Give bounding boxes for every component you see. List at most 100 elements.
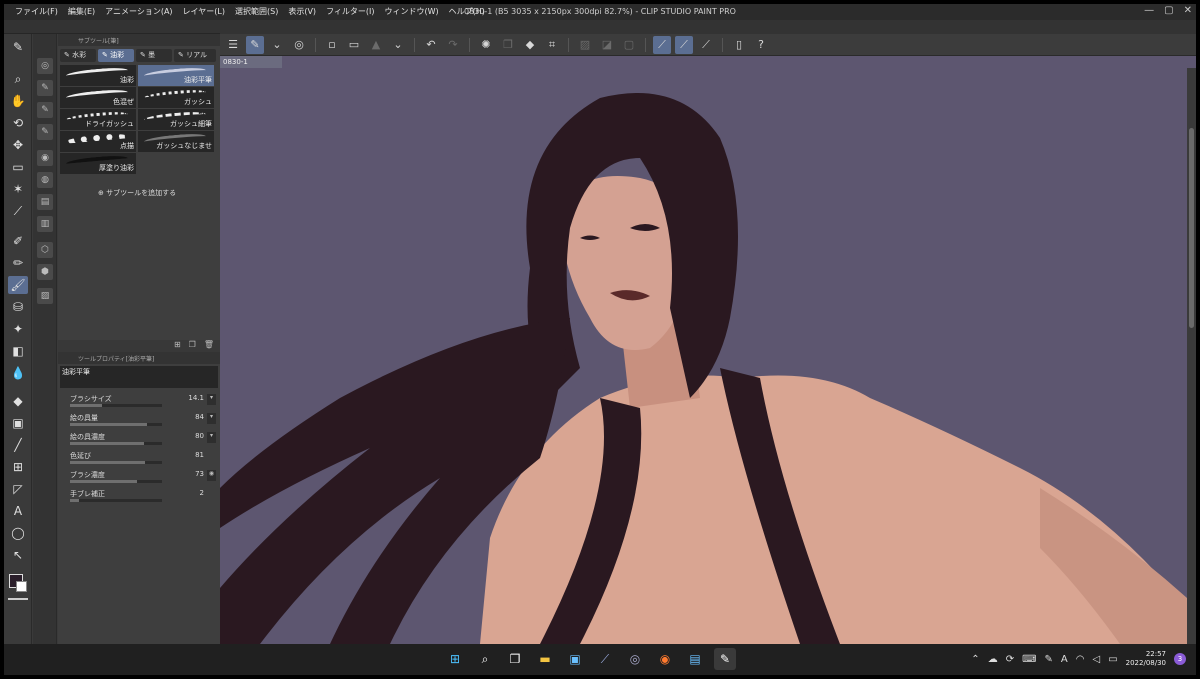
ruler-snap-icon[interactable]: ⟋ [653,35,671,54]
save-icon[interactable]: ▲ [367,36,385,54]
property-slider[interactable] [70,404,162,407]
menu-window[interactable]: ウィンドウ(W) [380,6,444,18]
sync-icon[interactable]: ⟳ [1006,654,1014,665]
dropdown-icon[interactable]: ▾ [207,394,216,405]
tab-ink[interactable]: ✎ 墨 [136,49,172,62]
close-button[interactable]: ✕ [1184,5,1192,16]
menu-help[interactable]: ヘルプ(H) [444,6,490,18]
volume-icon[interactable]: ◁ [1092,654,1100,665]
clear-selection-icon[interactable]: ▨ [576,36,594,54]
subtool-icon[interactable]: ✎ [37,102,53,118]
layer-icon[interactable]: ⬢ [37,264,53,280]
windows-start-icon[interactable]: ⊞ [444,648,466,670]
pen-settings-icon[interactable]: ✎ [1045,654,1053,665]
pen-icon[interactable]: ✎ [8,38,28,56]
store-icon[interactable]: ▣ [564,648,586,670]
undo-icon[interactable]: ↶ [422,36,440,54]
brush-item[interactable]: ドライガッシュ [60,109,136,130]
dropdown-icon[interactable]: ▾ [207,432,216,443]
brush-item[interactable]: 厚塗り油彩 [60,153,136,174]
chevron-down-icon[interactable]: ⌄ [268,36,286,54]
chevron-up-icon[interactable]: ⌃ [971,654,979,665]
brush-item[interactable]: 油彩平筆 [138,65,214,86]
keyboard-icon[interactable]: ⌨ [1022,654,1036,665]
loading-icon[interactable]: ✺ [477,36,495,54]
menu-filter[interactable]: フィルター(I) [321,6,379,18]
airbrush-icon[interactable]: ⛁ [8,298,28,316]
frame-icon[interactable]: ⊞ [8,458,28,476]
decoration-icon[interactable]: ✦ [8,320,28,338]
menu-animation[interactable]: アニメーション(A) [100,6,177,18]
menu-icon[interactable]: ☰ [224,36,242,54]
invert-selection-icon[interactable]: ◪ [598,36,616,54]
property-paint-density[interactable]: 絵の具濃度 80 ▾ [70,432,216,451]
property-stabilization[interactable]: 手ブレ補正 2 [70,489,216,508]
add-icon[interactable]: ⊞ [174,340,181,352]
maximize-button[interactable]: ▢ [1164,5,1173,16]
app-icon[interactable]: ◎ [624,648,646,670]
brush-item[interactable]: ガッシュ細筆 [138,109,214,130]
hand-icon[interactable]: ✋ [8,92,28,110]
search-icon[interactable]: ⌕ [474,648,496,670]
property-brush-density[interactable]: ブラシ濃度 73 ◉ [70,470,216,489]
property-slider[interactable] [70,480,162,483]
fill-bucket-icon[interactable]: ◆ [8,392,28,410]
ime-indicator[interactable]: A [1061,654,1068,665]
trash-icon[interactable]: 🗑 [204,340,214,352]
transparent-color-toggle[interactable] [8,598,28,600]
brush-item[interactable]: 色混ぜ [60,87,136,108]
brush-item[interactable]: ガッシュ [138,87,214,108]
eyedropper-icon[interactable]: ⟋ [8,202,28,220]
vertical-scrollbar[interactable] [1187,68,1196,644]
brush-item[interactable]: ガッシュなじませ [138,131,214,152]
pen-tool-icon[interactable]: ✐ [8,232,28,250]
sub-color-swatch[interactable] [16,581,27,592]
property-paint-amount[interactable]: 絵の具量 84 ▾ [70,413,216,432]
correct-line-icon[interactable]: ↖ [8,546,28,564]
texture-icon[interactable]: ▥ [37,216,53,232]
assets-icon[interactable]: ◎ [290,36,308,54]
menu-view[interactable]: 表示(V) [283,6,321,18]
redo-icon[interactable]: ↷ [444,36,462,54]
menu-edit[interactable]: 編集(E) [63,6,100,18]
notepad-icon[interactable]: ▤ [684,648,706,670]
selection-border-icon[interactable]: ▢ [620,36,638,54]
menu-selection[interactable]: 選択範囲(S) [230,6,283,18]
gradient-icon[interactable]: ▣ [8,414,28,432]
property-slider[interactable] [70,423,162,426]
device-icon[interactable]: ▯ [730,36,748,54]
property-color-stretch[interactable]: 色延び 81 [70,451,216,470]
brush-item[interactable]: 点描 [60,131,136,152]
copy-icon[interactable]: ❐ [499,36,517,54]
eraser-icon[interactable]: ◧ [8,342,28,360]
settings-icon[interactable]: ◎ [37,58,53,74]
grid-snap-icon[interactable]: ⟋ [697,36,715,54]
tab-real[interactable]: ✎ リアル [174,49,216,62]
tab-oil[interactable]: ✎ 油彩 [98,49,134,62]
task-view-icon[interactable]: ❐ [504,648,526,670]
water-icon[interactable]: ◍ [37,172,53,188]
app-icon[interactable]: ⟋ [594,648,616,670]
cloud-icon[interactable]: ☁ [988,654,998,665]
special-ruler-snap-icon[interactable]: ⟋ [675,35,693,54]
file-explorer-icon[interactable]: ▬ [534,648,556,670]
text-icon[interactable]: A [8,502,28,520]
blur-icon[interactable]: ◉ [37,150,53,166]
battery-icon[interactable]: ▭ [1108,654,1117,665]
scrollbar-thumb[interactable] [1189,128,1194,328]
clip-studio-icon[interactable]: ✎ [246,35,264,54]
open-folder-icon[interactable]: ▭ [345,36,363,54]
add-subtool-button[interactable]: ⊕ サブツールを追加する [98,188,220,198]
firefox-icon[interactable]: ◉ [654,648,676,670]
canvas-area[interactable]: 0830-1 [220,56,1196,644]
move-icon[interactable]: ✥ [8,136,28,154]
property-slider[interactable] [70,499,162,502]
texture-icon[interactable]: ▤ [37,194,53,210]
magic-wand-icon[interactable]: ✶ [8,180,28,198]
subtool-icon[interactable]: ✎ [37,124,53,140]
rotate-icon[interactable]: ⟲ [8,114,28,132]
ruler-icon[interactable]: ◸ [8,480,28,498]
notification-badge[interactable]: 3 [1174,653,1186,665]
line-icon[interactable]: ╱ [8,436,28,454]
property-slider[interactable] [70,442,162,445]
